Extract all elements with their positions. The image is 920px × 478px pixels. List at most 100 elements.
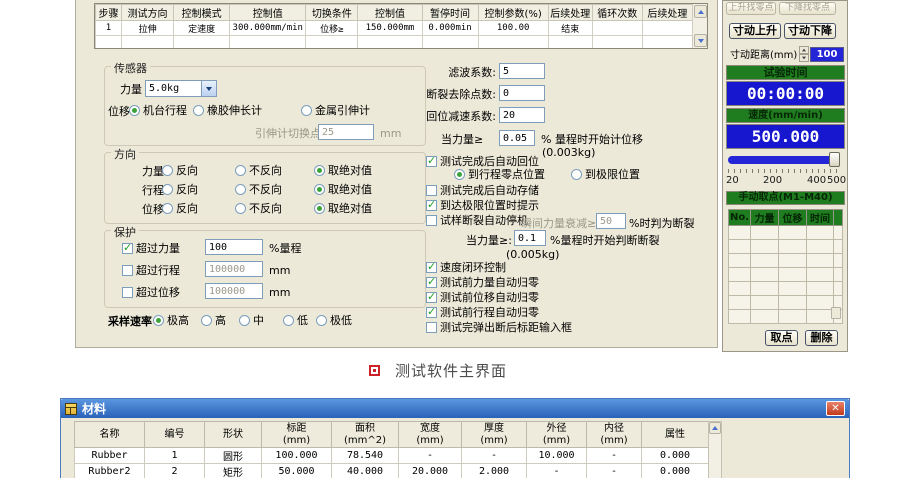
checkbox-icon[interactable] xyxy=(122,287,133,298)
jog-down-button[interactable]: 寸动下降 xyxy=(784,23,836,39)
scroll-down-icon[interactable] xyxy=(694,34,707,47)
radio-disp-absolute[interactable]: 取绝对值 xyxy=(314,202,372,215)
step-row[interactable]: 1 拉伸 定速度 300.000mm/min 位移≥ 150.000mm 0.0… xyxy=(96,21,693,36)
radio-icon[interactable] xyxy=(162,203,173,214)
jog-up-button[interactable]: 寸动上升 xyxy=(729,23,781,39)
find-zero-up-button[interactable]: 上升找零点 xyxy=(726,2,776,15)
chevron-down-icon[interactable] xyxy=(201,81,216,96)
checkbox-gauge-popup[interactable]: 测试完弹出断后标距输入框 xyxy=(426,321,572,334)
radio-stroke-no-reverse[interactable]: 不反向 xyxy=(235,183,282,196)
checkbox-icon[interactable] xyxy=(426,156,437,167)
radio-sampling-high[interactable]: 高 xyxy=(201,314,226,327)
points-row[interactable] xyxy=(729,268,843,282)
radio-machine-stroke[interactable]: 机台行程 xyxy=(129,104,187,117)
checkbox-speed-loop[interactable]: 速度闭环控制 xyxy=(426,261,506,274)
disp-start-input[interactable] xyxy=(499,130,535,146)
radio-icon[interactable] xyxy=(153,315,164,326)
checkbox-zero-disp[interactable]: 测试前位移自动归零 xyxy=(426,291,539,304)
checkbox-icon[interactable] xyxy=(122,243,133,254)
radio-icon[interactable] xyxy=(162,184,173,195)
checkbox-zero-force[interactable]: 测试前力量自动归零 xyxy=(426,276,539,289)
checkbox-over-disp[interactable]: 超过位移 xyxy=(122,286,180,299)
spin-up-icon[interactable] xyxy=(799,46,809,54)
over-stroke-input[interactable] xyxy=(205,261,263,277)
speed-slider-thumb[interactable] xyxy=(829,152,840,167)
radio-force-absolute[interactable]: 取绝对值 xyxy=(314,164,372,177)
points-scroll-button[interactable] xyxy=(831,307,841,319)
radio-rubber-extensometer[interactable]: 橡胶伸长计 xyxy=(193,104,262,117)
ext-switch-input[interactable] xyxy=(318,124,374,140)
take-point-button[interactable]: 取点 xyxy=(765,330,798,346)
radio-force-no-reverse[interactable]: 不反向 xyxy=(235,164,282,177)
checkbox-limit-prompt[interactable]: 到达极限位置时提示 xyxy=(426,199,539,212)
force-sensor-select[interactable]: 5.0kg xyxy=(145,80,217,97)
checkbox-icon[interactable] xyxy=(426,277,437,288)
radio-icon[interactable] xyxy=(235,203,246,214)
radio-force-reverse[interactable]: 反向 xyxy=(162,164,198,177)
material-row[interactable]: Rubber2 2 矩形 50.000 40.000 20.000 2.000 … xyxy=(75,464,709,478)
checkbox-over-stroke[interactable]: 超过行程 xyxy=(122,264,180,277)
materials-scrollbar[interactable] xyxy=(708,421,722,478)
radio-icon[interactable] xyxy=(193,105,204,116)
radio-icon[interactable] xyxy=(301,105,312,116)
scroll-up-icon[interactable] xyxy=(694,5,707,18)
radio-icon[interactable] xyxy=(454,169,465,180)
checkbox-icon[interactable] xyxy=(426,200,437,211)
delete-point-button[interactable]: 删除 xyxy=(805,330,838,346)
radio-icon[interactable] xyxy=(571,169,582,180)
speed-slider-track[interactable] xyxy=(728,156,840,164)
checkbox-over-force[interactable]: 超过力量 xyxy=(122,242,180,255)
radio-disp-no-reverse[interactable]: 不反向 xyxy=(235,202,282,215)
find-zero-down-button[interactable]: 下降找零点 xyxy=(779,2,836,15)
radio-sampling-lowest[interactable]: 极低 xyxy=(316,314,352,327)
scroll-up-icon[interactable] xyxy=(709,422,721,434)
step-table-scrollbar[interactable] xyxy=(692,4,707,48)
radio-icon[interactable] xyxy=(235,165,246,176)
radio-icon[interactable] xyxy=(235,184,246,195)
radio-return-limit[interactable]: 到极限位置 xyxy=(571,168,640,181)
checkbox-auto-return[interactable]: 测试完成后自动回位 xyxy=(426,155,539,168)
points-row[interactable] xyxy=(729,240,843,254)
break-remove-input[interactable] xyxy=(499,85,545,101)
judge-input[interactable] xyxy=(514,230,546,246)
checkbox-icon[interactable] xyxy=(426,185,437,196)
checkbox-icon[interactable] xyxy=(426,215,437,226)
radio-icon[interactable] xyxy=(129,105,140,116)
step-row-empty[interactable] xyxy=(96,36,693,50)
checkbox-icon[interactable] xyxy=(122,265,133,276)
points-row[interactable] xyxy=(729,310,843,324)
radio-stroke-absolute[interactable]: 取绝对值 xyxy=(314,183,372,196)
checkbox-icon[interactable] xyxy=(426,262,437,273)
checkbox-icon[interactable] xyxy=(426,292,437,303)
radio-sampling-low[interactable]: 低 xyxy=(283,314,308,327)
radio-icon[interactable] xyxy=(201,315,212,326)
checkbox-auto-save[interactable]: 测试完成后自动存储 xyxy=(426,184,539,197)
radio-metal-extensometer[interactable]: 金属引伸计 xyxy=(301,104,370,117)
decay-input[interactable] xyxy=(596,213,626,229)
jog-distance-value[interactable]: 100 xyxy=(810,47,844,62)
filter-input[interactable] xyxy=(499,63,545,79)
checkbox-auto-stop[interactable]: 试样断裂自动停机 xyxy=(426,214,528,227)
points-row[interactable] xyxy=(729,226,843,240)
radio-icon[interactable] xyxy=(283,315,294,326)
radio-icon[interactable] xyxy=(314,203,325,214)
radio-icon[interactable] xyxy=(314,184,325,195)
checkbox-icon[interactable] xyxy=(426,322,437,333)
close-icon[interactable]: ✕ xyxy=(826,401,845,416)
checkbox-icon[interactable] xyxy=(426,307,437,318)
radio-sampling-highest[interactable]: 极高 xyxy=(153,314,189,327)
radio-sampling-mid[interactable]: 中 xyxy=(239,314,264,327)
checkbox-zero-stroke[interactable]: 测试前行程自动归零 xyxy=(426,306,539,319)
radio-icon[interactable] xyxy=(162,165,173,176)
jog-distance-stepper[interactable] xyxy=(799,46,809,62)
points-row[interactable] xyxy=(729,296,843,310)
spin-down-icon[interactable] xyxy=(799,54,809,62)
points-row[interactable] xyxy=(729,282,843,296)
radio-icon[interactable] xyxy=(239,315,250,326)
over-disp-input[interactable] xyxy=(205,283,263,299)
over-force-input[interactable] xyxy=(205,239,263,255)
material-row[interactable]: Rubber 1 圆形 100.000 78.540 - - 10.000 - … xyxy=(75,448,709,464)
radio-disp-reverse[interactable]: 反向 xyxy=(162,202,198,215)
radio-icon[interactable] xyxy=(316,315,327,326)
radio-icon[interactable] xyxy=(314,165,325,176)
